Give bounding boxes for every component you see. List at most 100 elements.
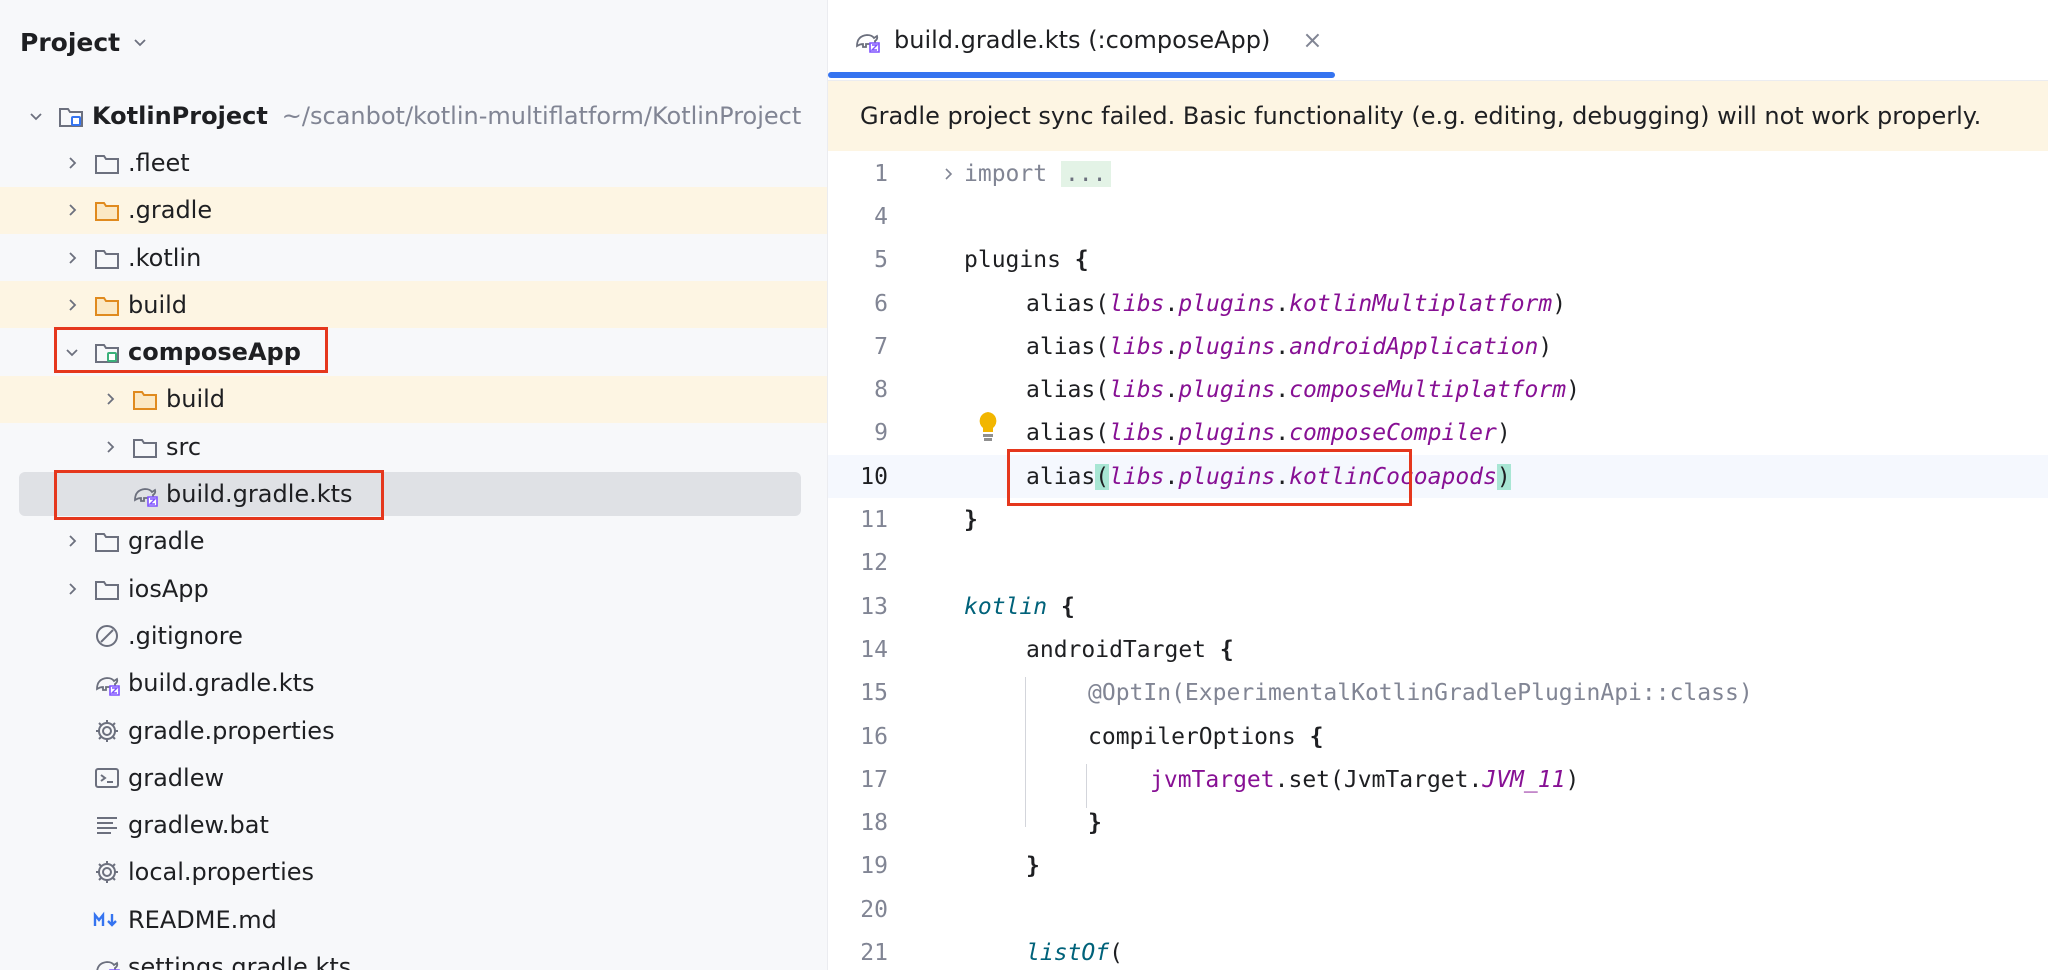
tree-item-iosapp[interactable]: iosApp — [0, 565, 827, 612]
gradle-kotlin-file-icon — [92, 668, 122, 698]
module-folder-icon — [56, 101, 86, 131]
tree-item-composeapp-build-gradle-kts[interactable]: build.gradle.kts — [0, 470, 827, 517]
banner-message: Gradle project sync failed. Basic functi… — [860, 102, 1982, 130]
excluded-folder-icon — [130, 384, 160, 414]
chevron-right-icon[interactable] — [58, 527, 86, 555]
code-text: jvmTarget.set(JvmTarget.JVM_11) — [1150, 766, 1580, 793]
tree-item-settings-gradle-kts[interactable]: settings.gradle.kts — [0, 943, 827, 970]
tree-item-label: iosApp — [128, 574, 209, 603]
tree-item-label: .fleet — [128, 148, 190, 177]
gear-icon — [92, 716, 122, 746]
chevron-right-icon[interactable] — [58, 291, 86, 319]
chevron-down-icon[interactable] — [22, 102, 50, 130]
line-number: 21 — [860, 940, 888, 967]
code-line: 14 androidTarget { — [828, 628, 2048, 671]
chevron-down-icon[interactable] — [58, 338, 86, 366]
code-line: 16 compilerOptions { — [828, 715, 2048, 758]
tree-item-label: composeApp — [128, 338, 301, 367]
code-text: listOf( — [1026, 940, 1123, 967]
chevron-down-icon — [134, 39, 146, 47]
chevron-right-icon[interactable] — [58, 149, 86, 177]
code-editor[interactable]: 1 import ... 4 5 plugins { 6 alias(libs.… — [828, 152, 2048, 970]
line-number: 15 — [860, 680, 888, 707]
chevron-right-icon[interactable] — [96, 385, 124, 413]
code-text: alias(libs.plugins.androidApplication) — [1026, 333, 1553, 360]
tree-item-gradle-hidden[interactable]: .gradle — [0, 186, 827, 234]
module-folder-icon — [92, 337, 122, 367]
line-number: 17 — [860, 766, 888, 793]
line-number: 8 — [874, 377, 888, 404]
gradle-kotlin-file-icon — [852, 25, 882, 55]
code-line: 13 kotlin { — [828, 585, 2048, 628]
tree-item-src[interactable]: src — [0, 423, 827, 470]
line-number: 7 — [874, 333, 888, 360]
line-number: 10 — [860, 463, 888, 490]
code-text: alias(libs.plugins.kotlinCocoapods) — [1026, 463, 1511, 490]
code-line: 20 — [828, 888, 2048, 931]
chevron-right-icon[interactable] — [58, 244, 86, 272]
tree-item-composeapp-build[interactable]: build — [0, 375, 827, 424]
close-icon[interactable]: × — [1302, 26, 1322, 54]
gradle-kotlin-file-icon — [92, 952, 122, 970]
tree-item-build-gradle-kts[interactable]: build.gradle.kts — [0, 660, 827, 707]
tree-item-readme[interactable]: README.md — [0, 896, 827, 943]
line-number: 6 — [874, 290, 888, 317]
excluded-folder-icon — [92, 195, 122, 225]
code-line: 8 alias(libs.plugins.composeMultiplatfor… — [828, 369, 2048, 412]
code-text: alias(libs.plugins.composeCompiler) — [1026, 420, 1511, 447]
project-tree: KotlinProject ~/scanbot/kotlin-multiflat… — [0, 92, 827, 970]
tree-item-gradlew[interactable]: gradlew — [0, 754, 827, 801]
tree-item-gradle-properties[interactable]: gradle.properties — [0, 707, 827, 754]
tree-item-label: KotlinProject — [92, 101, 268, 130]
code-text: compilerOptions { — [1088, 723, 1324, 750]
code-text: kotlin { — [964, 593, 1075, 620]
folder-icon — [92, 526, 122, 556]
folder-icon — [130, 432, 160, 462]
project-view-selector[interactable]: Project — [20, 22, 148, 62]
tab-label: build.gradle.kts (:composeApp) — [894, 26, 1271, 54]
tree-item-label: src — [166, 432, 202, 461]
line-number: 1 — [874, 160, 888, 187]
code-line: 1 import ... — [828, 152, 2048, 195]
tab-build-gradle-kts[interactable]: build.gradle.kts (:composeApp) × — [828, 0, 1335, 80]
text-file-icon — [92, 810, 122, 840]
chevron-right-icon[interactable] — [96, 433, 124, 461]
tree-item-fleet[interactable]: .fleet — [0, 139, 827, 186]
code-text: @OptIn(ExperimentalKotlinGradlePluginApi… — [1088, 680, 1753, 707]
tree-item-gradlew-bat[interactable]: gradlew.bat — [0, 801, 827, 848]
folder-icon — [92, 243, 122, 273]
code-text: plugins { — [964, 247, 1089, 274]
project-path: ~/scanbot/kotlin-multiflatform/KotlinPro… — [281, 101, 802, 130]
code-line: 11 } — [828, 498, 2048, 541]
chevron-right-icon[interactable] — [58, 196, 86, 224]
folder-icon — [92, 574, 122, 604]
line-number: 14 — [860, 636, 888, 663]
code-line: 6 alias(libs.plugins.kotlinMultiplatform… — [828, 282, 2048, 325]
folder-icon — [92, 148, 122, 178]
line-number: 20 — [860, 896, 888, 923]
line-number: 9 — [874, 420, 888, 447]
code-line: 9 alias(libs.plugins.composeCompiler) — [828, 412, 2048, 455]
tree-item-label: .gitignore — [128, 621, 243, 650]
lightbulb-icon[interactable] — [976, 410, 1000, 444]
fold-expand-icon[interactable] — [940, 166, 956, 182]
tree-item-kotlinproject[interactable]: KotlinProject ~/scanbot/kotlin-multiflat… — [0, 92, 827, 139]
code-text: alias(libs.plugins.composeMultiplatform) — [1026, 377, 1580, 404]
tree-item-composeapp[interactable]: composeApp — [0, 328, 827, 375]
tree-item-label: build.gradle.kts — [166, 480, 353, 509]
tree-item-label: settings.gradle.kts — [128, 952, 352, 970]
tree-item-build[interactable]: build — [0, 281, 827, 329]
gradle-kotlin-file-icon — [130, 479, 160, 509]
tree-item-label: gradlew.bat — [128, 811, 269, 840]
tree-item-local-properties[interactable]: local.properties — [0, 849, 827, 896]
tree-item-label: gradlew — [128, 763, 225, 792]
tree-item-kotlin-hidden[interactable]: .kotlin — [0, 234, 827, 281]
editor: build.gradle.kts (:composeApp) × Gradle … — [827, 0, 2048, 970]
chevron-right-icon[interactable] — [58, 575, 86, 603]
line-number: 19 — [860, 853, 888, 880]
tree-item-gitignore[interactable]: .gitignore — [0, 612, 827, 659]
tree-item-gradle[interactable]: gradle — [0, 518, 827, 565]
terminal-icon — [92, 763, 122, 793]
code-text: alias(libs.plugins.kotlinMultiplatform) — [1026, 290, 1567, 317]
line-number: 18 — [860, 810, 888, 837]
